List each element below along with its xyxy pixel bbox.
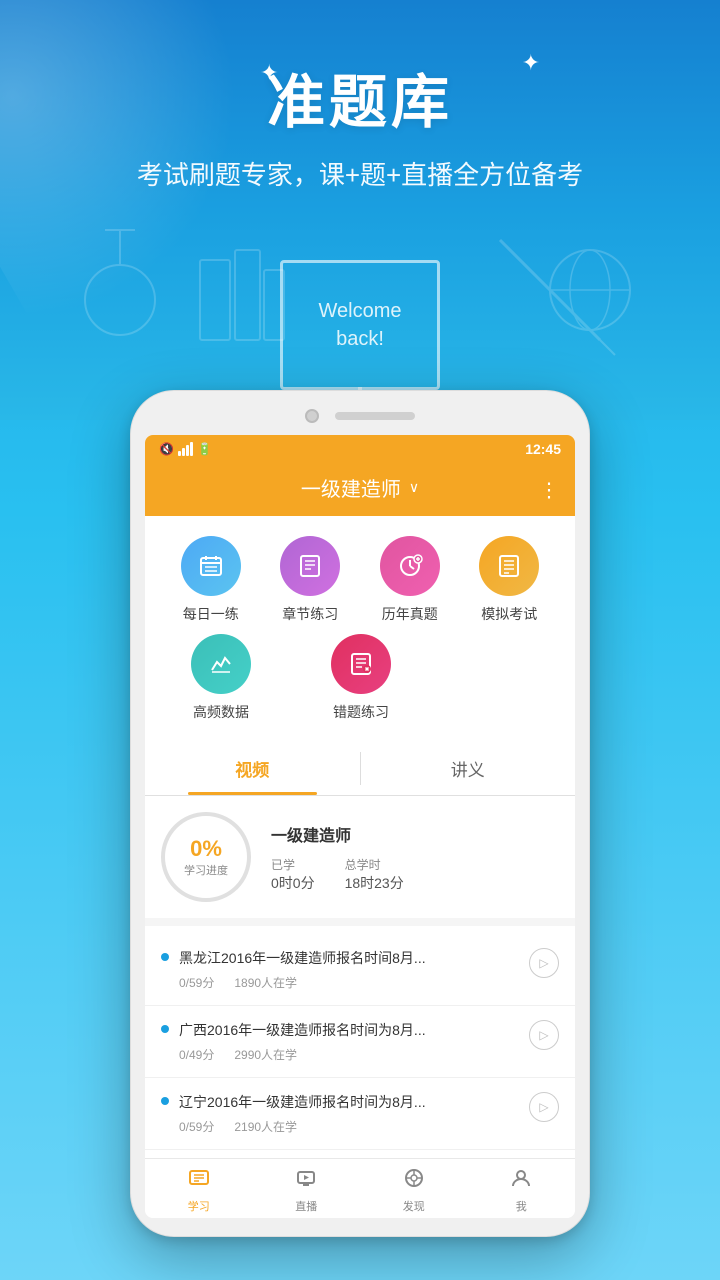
progress-label-text: 学习进度	[184, 862, 228, 878]
video-content-1: 广西2016年一级建造师报名时间为8月... 0/49分 2990人在学	[179, 1020, 519, 1063]
progress-percent: 0%	[190, 836, 222, 862]
wrong-icon	[331, 634, 391, 694]
video-title-2: 辽宁2016年一级建造师报名时间为8月...	[179, 1092, 519, 1112]
video-list: 黑龙江2016年一级建造师报名时间8月... 0/59分 1890人在学 ▷ 广…	[145, 926, 575, 1158]
grid-item-mock[interactable]: 模拟考试	[479, 536, 539, 624]
daily-icon	[181, 536, 241, 596]
course-title: 一级建造师	[301, 473, 401, 502]
play-button-0[interactable]: ▷	[529, 948, 559, 978]
nav-item-me[interactable]: 我	[468, 1167, 576, 1214]
tabs: 视频 讲义	[145, 742, 575, 796]
wrong-label: 错题练习	[333, 702, 389, 722]
tab-handout[interactable]: 讲义	[361, 742, 576, 795]
status-time: 12:45	[525, 441, 561, 457]
banner-subtitle: 考试刷题专家，课+题+直播全方位备考	[0, 155, 720, 192]
stat-total: 总学时 18时23分	[345, 856, 404, 893]
video-students-1: 2990人在学	[234, 1046, 297, 1063]
video-duration-0: 0/59分	[179, 974, 214, 991]
nav-item-live[interactable]: 直播	[253, 1167, 361, 1214]
video-title-0: 黑龙江2016年一级建造师报名时间8月...	[179, 948, 519, 968]
phone-camera	[305, 409, 319, 423]
me-nav-label: 我	[516, 1198, 527, 1214]
mock-label: 模拟考试	[481, 604, 537, 624]
video-students-2: 2190人在学	[234, 1118, 297, 1135]
video-dot-2	[161, 1097, 169, 1105]
tab-video[interactable]: 视频	[145, 742, 360, 795]
progress-info: 一级建造师 已学 0时0分 总学时 18时23分	[271, 822, 559, 893]
nav-item-discover[interactable]: 发现	[360, 1167, 468, 1214]
video-content-2: 辽宁2016年一级建造师报名时间为8月... 0/59分 2190人在学	[179, 1092, 519, 1135]
chapter-label: 章节练习	[282, 604, 338, 624]
video-meta-0: 0/59分 1890人在学	[179, 974, 519, 991]
phone-speaker	[335, 412, 415, 420]
daily-label: 每日一练	[183, 604, 239, 624]
progress-stats: 已学 0时0分 总学时 18时23分	[271, 856, 559, 893]
total-label: 总学时	[345, 856, 404, 873]
dropdown-arrow-icon[interactable]: ∨	[409, 479, 419, 496]
phone-screen: 🔇 🔋 12:45 一级建造师 ∨ ⋮	[145, 435, 575, 1218]
progress-title: 一级建造师	[271, 822, 559, 846]
welcome-text: Welcomeback!	[319, 297, 402, 353]
chapter-icon	[280, 536, 340, 596]
phone-mockup: 🔇 🔋 12:45 一级建造师 ∨ ⋮	[130, 390, 590, 1237]
me-nav-icon	[510, 1167, 532, 1195]
grid-item-chapter[interactable]: 章节练习	[280, 536, 340, 624]
history-label: 历年真题	[382, 604, 438, 624]
study-nav-label: 学习	[188, 1198, 210, 1214]
battery-icon: 🔋	[197, 442, 212, 456]
video-students-0: 1890人在学	[234, 974, 297, 991]
play-button-1[interactable]: ▷	[529, 1020, 559, 1050]
menu-dots-button[interactable]: ⋮	[539, 477, 559, 502]
bottom-nav: 学习 直播	[145, 1158, 575, 1218]
banner: ✦ ✦ 准题库 考试刷题专家，课+题+直播全方位备考 Welcomeback!	[0, 0, 720, 420]
studied-value: 0时0分	[271, 873, 315, 893]
discover-nav-icon	[403, 1167, 425, 1195]
grid-menu: 每日一练 章节练习	[145, 516, 575, 742]
study-nav-icon	[188, 1167, 210, 1195]
live-nav-label: 直播	[295, 1198, 317, 1214]
video-title-1: 广西2016年一级建造师报名时间为8月...	[179, 1020, 519, 1040]
video-item-1[interactable]: 广西2016年一级建造师报名时间为8月... 0/49分 2990人在学 ▷	[145, 1006, 575, 1078]
progress-section: 0% 学习进度 一级建造师 已学 0时0分 总学时 18时23分	[145, 796, 575, 926]
total-value: 18时23分	[345, 873, 404, 893]
app-header: 一级建造师 ∨ ⋮	[145, 463, 575, 516]
grid-item-wrong[interactable]: 错题练习	[331, 634, 391, 722]
phone-top	[145, 409, 575, 423]
banner-title: 准题库	[0, 55, 720, 139]
grid-item-history[interactable]: 历年真题	[380, 536, 440, 624]
video-meta-2: 0/59分 2190人在学	[179, 1118, 519, 1135]
signal-icon	[178, 442, 193, 456]
nav-item-study[interactable]: 学习	[145, 1167, 253, 1214]
status-bar: 🔇 🔋 12:45	[145, 435, 575, 463]
welcome-board: Welcomeback!	[280, 260, 440, 390]
stat-studied: 已学 0时0分	[271, 856, 315, 893]
studied-label: 已学	[271, 856, 315, 873]
grid-item-highfreq[interactable]: 高频数据	[191, 634, 251, 722]
play-button-2[interactable]: ▷	[529, 1092, 559, 1122]
progress-circle: 0% 学习进度	[161, 812, 251, 902]
grid-item-daily[interactable]: 每日一练	[181, 536, 241, 624]
phone-container: 🔇 🔋 12:45 一级建造师 ∨ ⋮	[0, 390, 720, 1237]
video-duration-2: 0/59分	[179, 1118, 214, 1135]
grid-row-2: 高频数据	[161, 634, 559, 722]
video-dot-0	[161, 953, 169, 961]
discover-nav-label: 发现	[403, 1198, 425, 1214]
video-item-0[interactable]: 黑龙江2016年一级建造师报名时间8月... 0/59分 1890人在学 ▷	[145, 934, 575, 1006]
highfreq-icon	[191, 634, 251, 694]
status-icons: 🔇 🔋	[159, 442, 212, 456]
app-title-group: 一级建造师 ∨	[301, 473, 419, 502]
video-dot-1	[161, 1025, 169, 1033]
video-meta-1: 0/49分 2990人在学	[179, 1046, 519, 1063]
video-content-0: 黑龙江2016年一级建造师报名时间8月... 0/59分 1890人在学	[179, 948, 519, 991]
mock-icon	[479, 536, 539, 596]
grid-row-1: 每日一练 章节练习	[161, 536, 559, 624]
video-item-2[interactable]: 辽宁2016年一级建造师报名时间为8月... 0/59分 2190人在学 ▷	[145, 1078, 575, 1150]
video-duration-1: 0/49分	[179, 1046, 214, 1063]
highfreq-label: 高频数据	[193, 702, 249, 722]
mute-icon: 🔇	[159, 442, 174, 456]
live-nav-icon	[295, 1167, 317, 1195]
history-icon	[380, 536, 440, 596]
